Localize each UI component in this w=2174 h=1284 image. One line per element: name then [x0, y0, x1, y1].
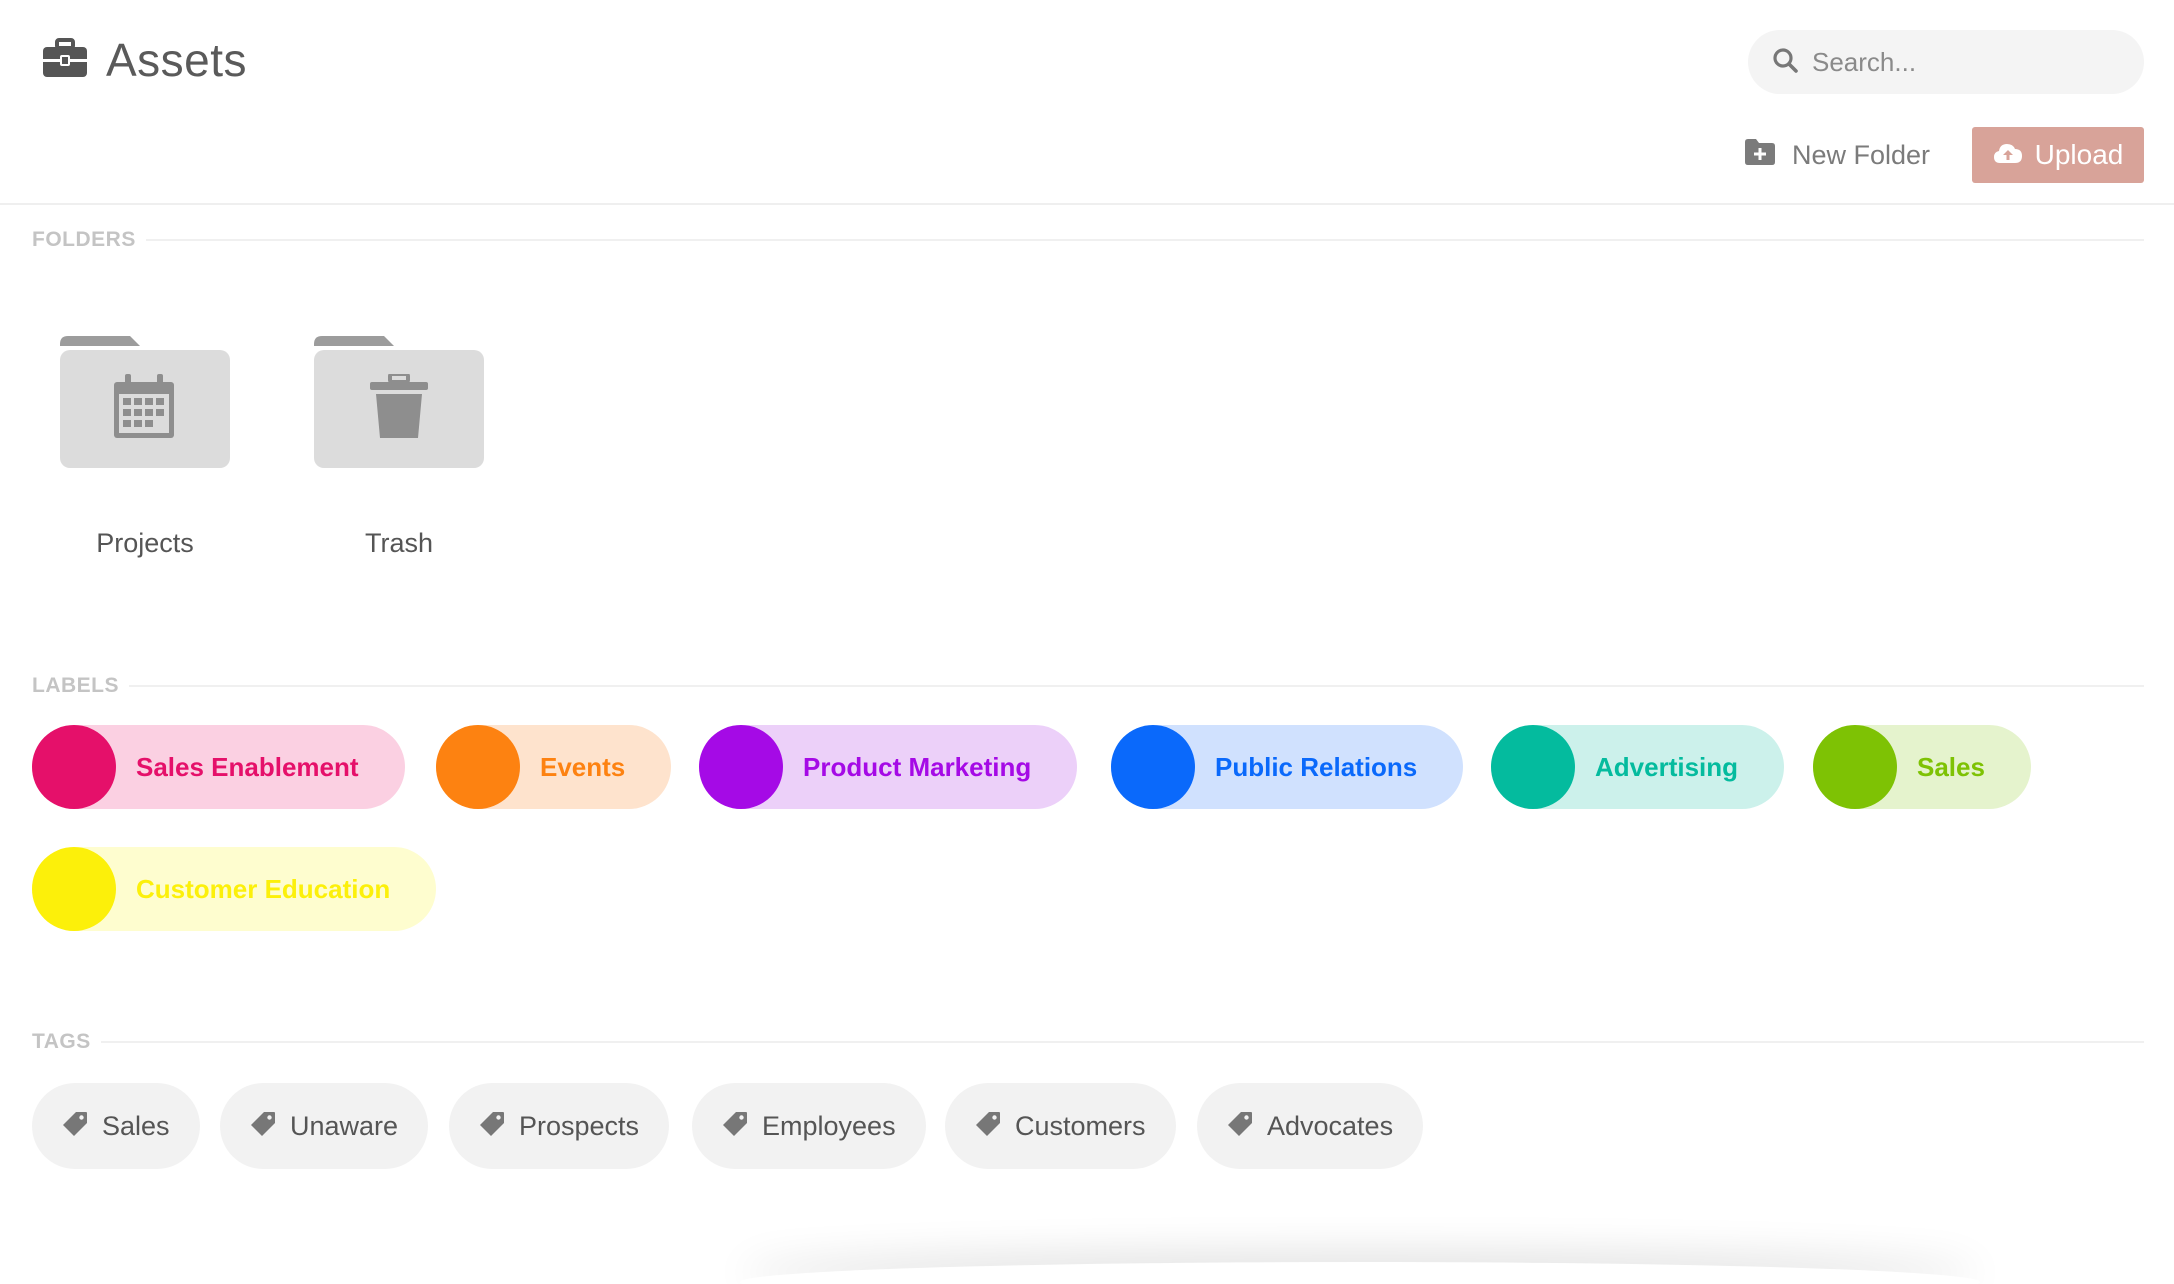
- divider: [100, 1041, 2144, 1043]
- tag-label: Prospects: [519, 1110, 640, 1141]
- page-title: Assets: [42, 30, 247, 90]
- label-sales[interactable]: Sales: [1813, 725, 2031, 809]
- tag-label: Unaware: [290, 1110, 399, 1141]
- tag-label: Customers: [1015, 1110, 1146, 1141]
- folder-trash[interactable]: Trash: [312, 336, 486, 559]
- tag-unaware[interactable]: Unaware: [220, 1083, 429, 1169]
- search-input[interactable]: [1812, 46, 2132, 78]
- tag-label: Employees: [762, 1110, 896, 1141]
- tag-icon: [62, 1111, 88, 1142]
- folder-label: Trash: [364, 528, 433, 558]
- tag-icon: [722, 1111, 748, 1142]
- label-text: Advertising: [1595, 751, 1739, 782]
- label-customer-education[interactable]: Customer Education: [32, 847, 437, 931]
- folders-section-heading: FOLDERS: [32, 228, 2144, 252]
- upload-button[interactable]: Upload: [1972, 127, 2144, 183]
- label-color-dot: [1813, 725, 1897, 809]
- folder-icon: [314, 336, 484, 468]
- cloud-upload-icon: [1993, 139, 2023, 171]
- upload-label: Upload: [2034, 139, 2124, 170]
- tag-customers[interactable]: Customers: [945, 1083, 1176, 1169]
- label-text: Customer Education: [136, 873, 391, 904]
- search-icon: [1772, 47, 1798, 78]
- label-text: Sales: [1917, 751, 1985, 782]
- new-folder-label: New Folder: [1792, 139, 1931, 170]
- page-title-text: Assets: [106, 34, 248, 86]
- tag-employees[interactable]: Employees: [692, 1083, 926, 1169]
- trash-icon: [370, 374, 428, 438]
- assets-page: Assets New Folder Upload: [0, 0, 2174, 1284]
- label-text: Product Marketing: [803, 751, 1032, 782]
- tag-label: Sales: [102, 1110, 170, 1141]
- label-sales-enablement[interactable]: Sales Enablement: [32, 725, 405, 809]
- label-color-dot: [1111, 725, 1195, 809]
- tag-advocates[interactable]: Advocates: [1197, 1083, 1424, 1169]
- label-product-marketing[interactable]: Product Marketing: [699, 725, 1078, 809]
- folder-label: Projects: [96, 528, 194, 558]
- label-events[interactable]: Events: [436, 725, 672, 809]
- labels-heading-text: LABELS: [32, 674, 119, 697]
- tag-label: Advocates: [1267, 1110, 1394, 1141]
- tags-heading-text: TAGS: [32, 1030, 91, 1053]
- tag-icon: [975, 1111, 1001, 1142]
- label-text: Events: [540, 751, 626, 782]
- label-public-relations[interactable]: Public Relations: [1111, 725, 1464, 809]
- tags-section-heading: TAGS: [32, 1030, 2144, 1054]
- calendar-icon: [114, 374, 174, 438]
- label-color-dot: [1491, 725, 1575, 809]
- labels-section-heading: LABELS: [32, 674, 2144, 698]
- label-color-dot: [436, 725, 520, 809]
- label-color-dot: [32, 725, 116, 809]
- header-divider: [0, 203, 2174, 205]
- tag-sales[interactable]: Sales: [32, 1083, 200, 1169]
- label-color-dot: [699, 725, 783, 809]
- folders-heading-text: FOLDERS: [32, 228, 136, 251]
- tag-prospects[interactable]: Prospects: [449, 1083, 670, 1169]
- folder-icon: [60, 336, 230, 468]
- briefcase-icon: [42, 37, 88, 83]
- label-advertising[interactable]: Advertising: [1491, 725, 1785, 809]
- new-folder-button[interactable]: New Folder: [1744, 134, 1930, 176]
- folder-plus-icon: [1744, 138, 1776, 173]
- tag-icon: [250, 1111, 276, 1142]
- divider: [145, 239, 2144, 241]
- label-color-dot: [32, 847, 116, 931]
- tag-icon: [1227, 1111, 1253, 1142]
- panel-shadow: [740, 1262, 1980, 1284]
- label-text: Sales Enablement: [136, 751, 359, 782]
- divider: [129, 685, 2144, 687]
- tag-icon: [479, 1111, 505, 1142]
- folder-projects[interactable]: Projects: [58, 336, 232, 559]
- label-text: Public Relations: [1215, 751, 1418, 782]
- search-box[interactable]: [1748, 30, 2144, 94]
